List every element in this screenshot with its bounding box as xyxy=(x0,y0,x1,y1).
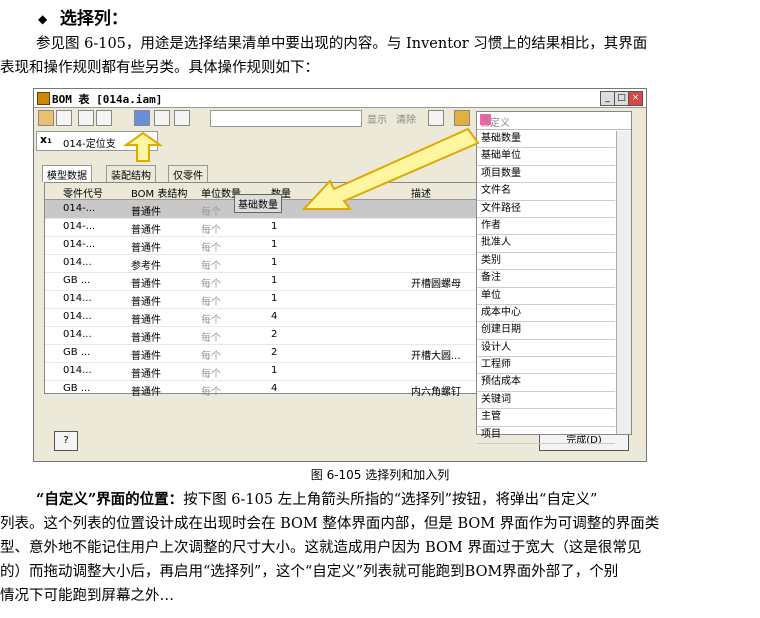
para2-line-1-text: 按下图 6-105 左上角箭头所指的“选择列”按钮，将弹出“自定义” xyxy=(183,492,598,508)
heading-text: 选择列： xyxy=(59,9,128,29)
intro-line-2: 表现和操作规则都有些另类。具体操作规则如下： xyxy=(0,60,319,76)
para2-line-1: “自定义”界面的位置：按下图 6-105 左上角箭头所指的“选择列”按钮，将弹出… xyxy=(0,488,760,512)
section-heading: ◆ 选择列： xyxy=(38,4,128,29)
para2-line-3: 型、意外地不能记住用户上次调整的尺寸大小。这就造成用户因为 BOM 界面过于宽大… xyxy=(0,540,642,556)
intro-line-1: 参见图 6-105，用途是选择结果清单中要出现的内容。与 Inventor 习惯… xyxy=(36,36,648,52)
diagonal-arrow xyxy=(301,127,480,210)
figure-caption: 图 6-105 选择列和加入列 xyxy=(310,468,450,482)
custom-position-paragraph: “自定义”界面的位置：按下图 6-105 左上角箭头所指的“选择列”按钮，将弹出… xyxy=(0,488,760,608)
para2-line-4: 的）而拖动调整大小后，再启用“选择列”，这个“自定义”列表就可能跑到BOM界面外… xyxy=(0,564,619,580)
up-arrow xyxy=(122,131,164,162)
bom-window: BOM 表 [014a.iam] _ □ × 显示 清除 x₁ 014-定位支 … xyxy=(33,88,647,462)
para2-line-5: 情况下可能跑到屏幕之外… xyxy=(0,588,174,604)
para2-lead: “自定义”界面的位置： xyxy=(36,491,184,508)
callout-arrows xyxy=(122,127,480,210)
diamond-bullet-icon: ◆ xyxy=(38,12,48,26)
para2-line-2: 列表。这个列表的位置设计成在出现时会在 BOM 整体界面内部，但是 BOM 界面… xyxy=(0,516,660,532)
intro-paragraph: 参见图 6-105，用途是选择结果清单中要出现的内容。与 Inventor 习惯… xyxy=(0,32,760,80)
